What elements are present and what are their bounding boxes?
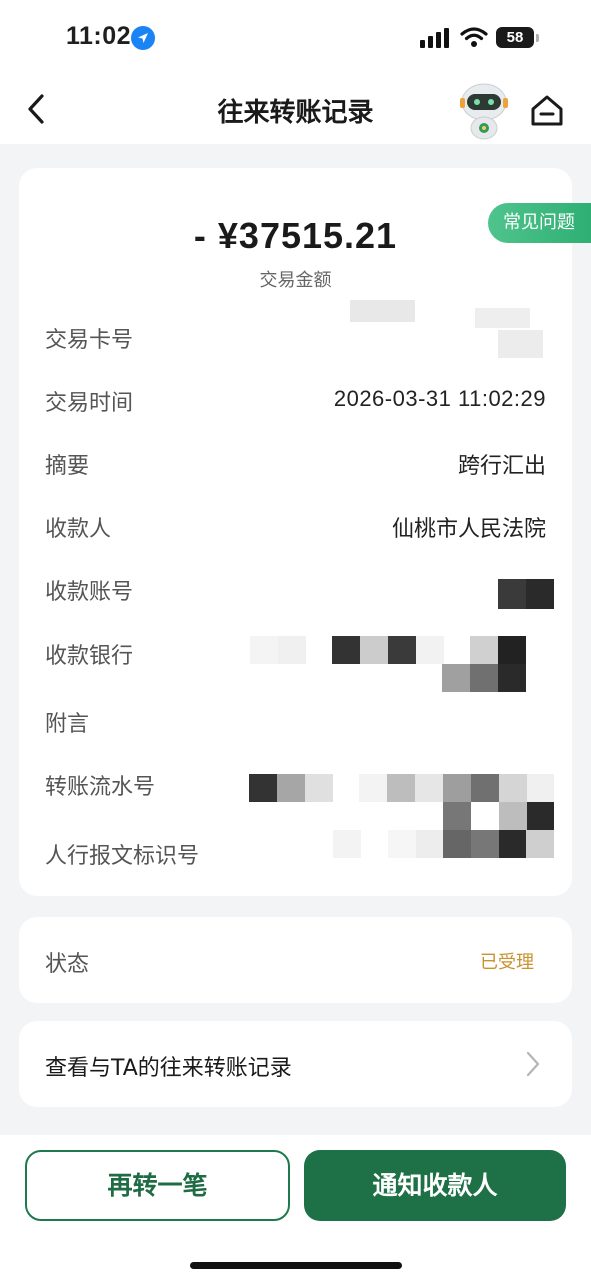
summary-label: 摘要 — [45, 454, 90, 479]
location-arrow-icon — [131, 26, 155, 50]
pboc-message-id-label: 人行报文标识号 — [45, 844, 200, 869]
status-label: 状态 — [45, 952, 90, 977]
payee-bank-label: 收款银行 — [45, 644, 134, 669]
transaction-time-label: 交易时间 — [45, 391, 134, 416]
status-badge: 已受理 — [480, 952, 534, 973]
battery-icon: 58 — [496, 27, 534, 48]
battery-cap — [536, 34, 539, 42]
serial-number-label: 转账流水号 — [45, 775, 156, 800]
status-time: 11:02 — [66, 22, 132, 50]
transaction-amount: - ¥37515.21 — [193, 215, 398, 256]
history-link-label[interactable]: 查看与TA的往来转账记录 — [45, 1050, 292, 1082]
summary-value: 跨行汇出 — [457, 454, 546, 479]
nav-bar: 往来转账记录 — [0, 76, 591, 144]
payee-value: 仙桃市人民法院 — [391, 517, 546, 542]
wifi-icon — [460, 26, 488, 48]
payee-bank-redacted — [250, 636, 554, 692]
card-number-redacted — [350, 300, 550, 360]
transaction-time-value: 2026-03-31 11:02:29 — [333, 386, 546, 411]
serial-number-redacted — [249, 774, 554, 830]
payee-label: 收款人 — [45, 517, 112, 542]
transfer-again-button[interactable]: 再转一笔 — [25, 1150, 290, 1221]
chevron-right-icon — [524, 1050, 542, 1078]
payee-account-redacted — [498, 579, 554, 609]
transaction-amount-label: 交易金额 — [259, 270, 332, 291]
notify-payee-button[interactable]: 通知收款人 — [304, 1150, 566, 1221]
remark-label: 附言 — [45, 712, 90, 737]
home-icon[interactable] — [528, 92, 566, 128]
home-indicator — [190, 1262, 402, 1269]
card-number-label: 交易卡号 — [45, 328, 134, 353]
payee-account-label: 收款账号 — [45, 580, 134, 605]
assistant-robot-icon[interactable] — [455, 80, 513, 140]
pboc-message-id-redacted — [333, 830, 554, 858]
cellular-signal-icon — [420, 28, 452, 48]
